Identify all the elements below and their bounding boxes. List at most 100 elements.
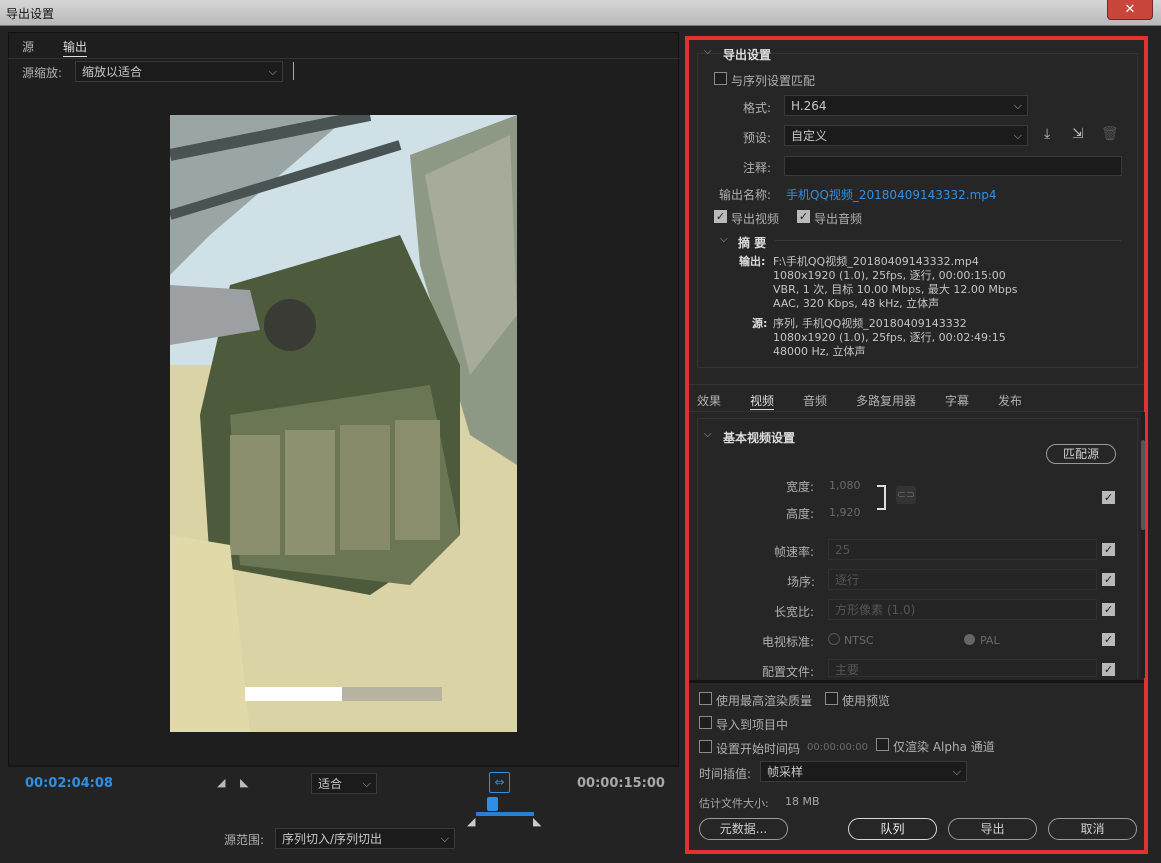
out-point-icon[interactable]: ◣ [533, 815, 541, 828]
close-button[interactable]: ✕ [1107, 0, 1153, 20]
use-preview-label: 使用预览 [842, 694, 891, 708]
field-order-checkbox[interactable] [1102, 573, 1115, 586]
window-title: 导出设置 [6, 7, 55, 21]
summary-output-label: 输出: [739, 255, 766, 268]
import-project-label: 导入到项目中 [716, 718, 789, 732]
tab-audio[interactable]: 音频 [803, 392, 827, 409]
filesize-label: 估计文件大小: [699, 797, 769, 810]
aspect-toggle-icon[interactable]: ⇔ [489, 772, 510, 793]
source-scale-label: 源缩放: [22, 66, 63, 80]
dimension-override-checkbox[interactable] [1102, 491, 1115, 504]
aspect-dropdown[interactable]: 方形像素 (1.0) [828, 599, 1097, 620]
export-video-label: 导出视频 [731, 212, 780, 226]
source-scale-dropdown[interactable]: 缩放以适合 ⌵ [75, 61, 283, 82]
format-dropdown[interactable]: H.264 ⌵ [784, 95, 1028, 116]
delete-preset-icon[interactable]: 🗑 [1101, 126, 1119, 142]
format-label: 格式: [743, 101, 772, 115]
format-value: H.264 [791, 99, 827, 113]
set-timecode-checkbox[interactable] [699, 740, 712, 753]
cancel-button[interactable]: 取消 [1048, 818, 1137, 840]
queue-button[interactable]: 队列 [848, 818, 937, 840]
summary-output-line: AAC, 320 Kbps, 48 kHz, 立体声 [773, 297, 940, 310]
fit-dropdown[interactable]: 适合 ⌵ [311, 773, 377, 794]
divider [689, 411, 1144, 412]
divider [8, 58, 679, 59]
profile-checkbox[interactable] [1102, 663, 1115, 676]
use-preview-checkbox[interactable] [825, 692, 838, 705]
max-render-checkbox[interactable] [699, 692, 712, 705]
tv-standard-checkbox[interactable] [1102, 633, 1115, 646]
mark-out-icon[interactable]: ◣ [240, 776, 248, 789]
export-audio-label: 导出音频 [814, 212, 863, 226]
fit-value: 适合 [318, 777, 343, 791]
ntsc-radio[interactable] [828, 633, 840, 645]
export-video-checkbox[interactable] [714, 210, 727, 223]
tab-captions[interactable]: 字幕 [945, 392, 969, 409]
tab-output[interactable]: 输出 [63, 38, 88, 57]
mark-in-icon[interactable]: ◢ [217, 776, 225, 789]
collapse-icon[interactable]: ⌵ [704, 46, 712, 57]
export-button[interactable]: 导出 [948, 818, 1037, 840]
preset-dropdown[interactable]: 自定义 ⌵ [784, 125, 1028, 146]
divider [293, 62, 294, 80]
in-point-icon[interactable]: ◢ [467, 815, 475, 828]
tab-effects[interactable]: 效果 [697, 392, 721, 409]
playhead-icon[interactable] [487, 797, 498, 811]
export-settings-header: 导出设置 [723, 48, 772, 62]
aspect-checkbox[interactable] [1102, 603, 1115, 616]
tab-source[interactable]: 源 [22, 38, 34, 55]
interp-dropdown[interactable]: 帧采样 ⌵ [760, 761, 967, 782]
scrollbar-thumb[interactable] [1141, 440, 1145, 530]
collapse-icon[interactable]: ⌵ [720, 234, 728, 245]
max-render-label: 使用最高渲染质量 [716, 694, 813, 708]
chevron-down-icon: ⌵ [362, 777, 371, 790]
alpha-only-checkbox[interactable] [876, 738, 889, 751]
pal-radio[interactable] [964, 634, 975, 645]
tab-multiplexer[interactable]: 多路复用器 [856, 392, 916, 409]
video-settings-header: 基本视频设置 [723, 431, 796, 445]
link-bracket [877, 485, 886, 510]
comments-input[interactable] [784, 156, 1122, 176]
profile-dropdown[interactable]: 主要 [828, 659, 1097, 677]
chevron-down-icon: ⌵ [1013, 129, 1022, 142]
set-timecode-label: 设置开始时间码 [716, 742, 801, 756]
current-time[interactable]: 00:02:04:08 [25, 776, 113, 791]
metadata-button[interactable]: 元数据... [699, 818, 788, 840]
summary-source-label: 源: [752, 317, 768, 330]
framerate-checkbox[interactable] [1102, 543, 1115, 556]
field-order-dropdown[interactable]: 逐行 [828, 569, 1097, 590]
import-project-checkbox[interactable] [699, 716, 712, 729]
chevron-down-icon: ⌵ [268, 65, 277, 78]
match-sequence-checkbox[interactable] [714, 72, 727, 85]
divider [689, 384, 1144, 385]
tab-publish[interactable]: 发布 [998, 392, 1022, 409]
field-order-label: 场序: [787, 575, 816, 589]
import-preset-icon[interactable]: ⇲ [1072, 126, 1084, 142]
export-audio-checkbox[interactable] [797, 210, 810, 223]
work-area-bar[interactable] [476, 812, 534, 816]
framerate-dropdown[interactable]: 25 [828, 539, 1097, 560]
divider [775, 240, 1121, 241]
tab-video[interactable]: 视频 [750, 392, 775, 410]
collapse-icon[interactable]: ⌵ [704, 429, 712, 440]
profile-label: 配置文件: [762, 665, 815, 679]
chevron-down-icon: ⌵ [952, 765, 961, 778]
output-name-link[interactable]: 手机QQ视频_20180409143332.mp4 [786, 186, 997, 203]
link-icon[interactable]: ⊂⊃ [896, 486, 916, 504]
summary-output-line: F:\手机QQ视频_20180409143332.mp4 [773, 255, 979, 268]
aspect-value: 方形像素 (1.0) [835, 603, 916, 617]
summary-source-line: 48000 Hz, 立体声 [773, 345, 866, 358]
save-preset-icon[interactable]: ⤓ [1044, 126, 1050, 142]
tv-standard-label: 电视标准: [762, 635, 815, 649]
timecode-value[interactable]: 00:00:00:00 [807, 742, 868, 753]
video-preview [170, 115, 517, 732]
profile-value: 主要 [835, 663, 860, 677]
height-value[interactable]: 1,920 [829, 506, 861, 519]
summary-source: 序列, 手机QQ视频_20180409143332 1080x1920 (1.0… [773, 317, 1006, 359]
source-range-dropdown[interactable]: 序列切入/序列切出 ⌵ [275, 828, 455, 849]
divider [689, 680, 1144, 683]
width-value[interactable]: 1,080 [829, 479, 861, 492]
match-source-button[interactable]: 匹配源 [1046, 444, 1116, 464]
width-label: 宽度: [786, 480, 815, 494]
source-range-value: 序列切入/序列切出 [282, 832, 383, 846]
